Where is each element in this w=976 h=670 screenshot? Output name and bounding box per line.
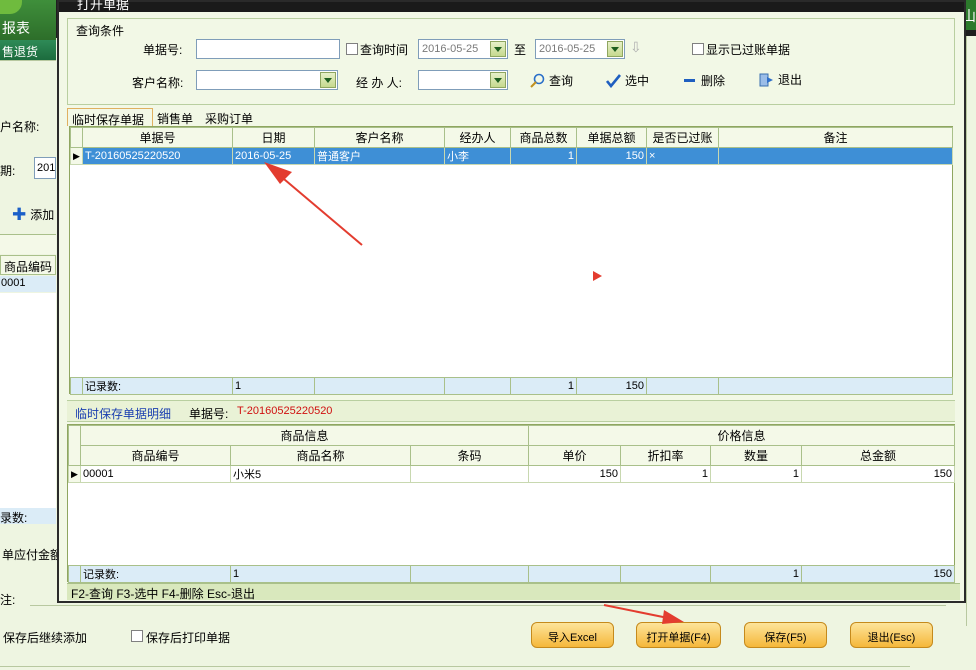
annotation-arrow-to-open-button [603, 604, 684, 624]
annotation-arrow-to-date [264, 162, 363, 246]
annotation-marker [593, 271, 602, 281]
annotation-overlay [264, 162, 684, 624]
